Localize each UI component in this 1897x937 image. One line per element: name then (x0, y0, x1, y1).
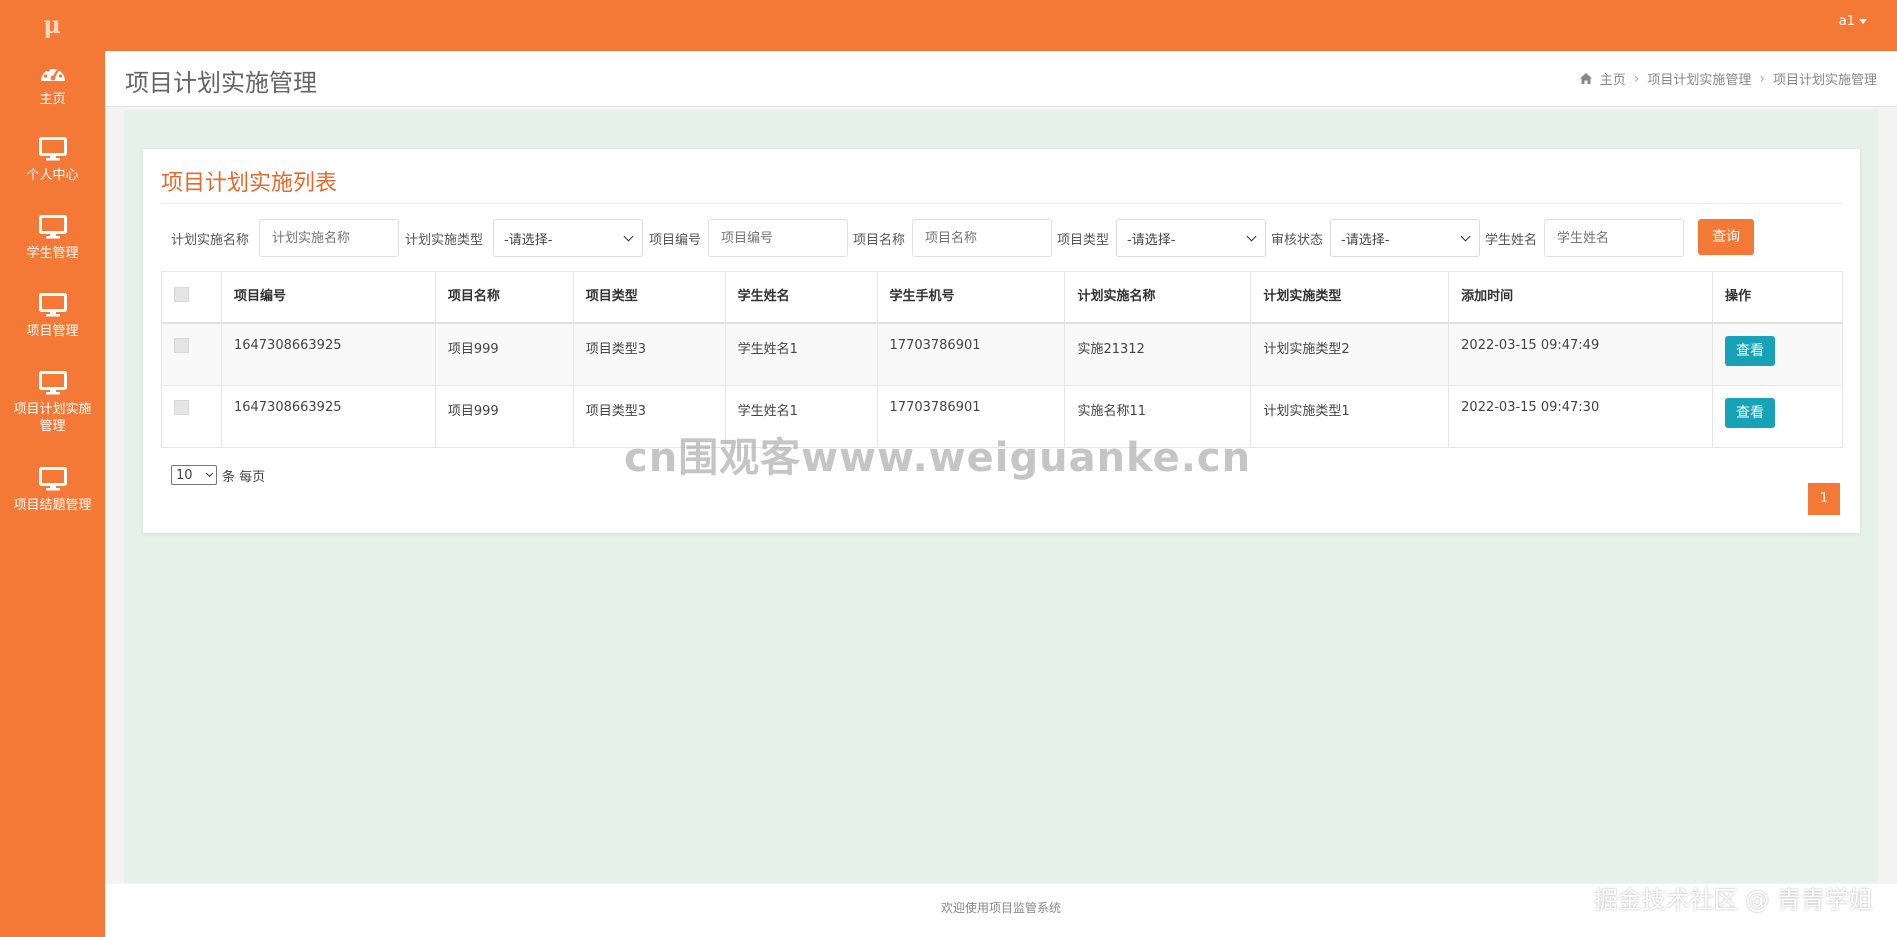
select-value: -请选择- (1341, 232, 1390, 248)
page-title: 项目计划实施管理 (125, 69, 317, 97)
project-type-label: 项目类型 (1057, 233, 1110, 248)
home-icon (1579, 73, 1592, 84)
column-header: 操作 (1711, 271, 1844, 324)
sidebar: 主页 个人中心 学生管理 项目管理 项目计划实施管理 项目结题管理 (0, 51, 105, 937)
cell-plan-type: 计划实施类型2 (1250, 322, 1450, 386)
audit-status-select[interactable]: -请选择- (1330, 219, 1480, 257)
card-title: 项目计划实施列表 (161, 171, 338, 196)
student-name-input[interactable] (1544, 219, 1684, 257)
column-header: 项目名称 (434, 271, 574, 324)
table-header-row: 项目编号 项目名称 项目类型 学生姓名 学生手机号 计划实施名称 计划实施类型 … (161, 271, 1844, 324)
breadcrumb: 主页 › 项目计划实施管理 › 项目计划实施管理 (1579, 69, 1877, 88)
cell-plan-name: 实施21312 (1064, 322, 1252, 386)
breadcrumb-current: 项目计划实施管理 (1772, 73, 1877, 88)
breadcrumb-item[interactable]: 项目计划实施管理 (1647, 69, 1751, 88)
column-header: 项目类型 (572, 271, 726, 324)
app-logo: μ (43, 10, 61, 39)
sidebar-item-label: 主页 (39, 92, 66, 107)
audit-status-label: 审核状态 (1271, 233, 1324, 248)
sidebar-item-label: 个人中心 (26, 168, 79, 183)
cell-phone: 17703786901 (876, 322, 1066, 386)
page-button-current[interactable]: 1 (1808, 483, 1840, 515)
page-size-control: 10 条 每页 (171, 465, 265, 485)
column-header: 计划实施类型 (1250, 271, 1450, 324)
monitor-icon (38, 293, 67, 317)
cell-project-name: 项目999 (434, 322, 574, 386)
chevron-down-icon (623, 231, 634, 241)
project-type-select[interactable]: -请选择- (1116, 219, 1266, 257)
sidebar-item-project-closure[interactable]: 项目结题管理 (0, 467, 105, 514)
monitor-icon (38, 371, 67, 395)
column-header: 添加时间 (1448, 271, 1713, 324)
select-value: -请选择- (504, 232, 553, 248)
chevron-down-icon (1246, 231, 1257, 241)
select-all-cell (161, 271, 222, 324)
plan-name-input[interactable] (259, 219, 399, 257)
top-bar: μ a1 (0, 0, 1897, 51)
student-name-label: 学生姓名 (1485, 233, 1538, 248)
chevron-down-icon (1460, 231, 1471, 241)
sidebar-item-students[interactable]: 学生管理 (0, 215, 105, 262)
per-page-label: 条 每页 (222, 469, 266, 485)
watermark-center: cn围观客www.weiguanke.cn (624, 435, 1252, 481)
table-row: 1647308663925 项目999 项目类型3 学生姓名1 17703786… (161, 322, 1844, 386)
monitor-icon (38, 467, 67, 491)
cell-added-time: 2022-03-15 09:47:49 (1448, 322, 1713, 386)
project-name-input[interactable] (912, 219, 1052, 257)
select-all-checkbox[interactable] (174, 287, 189, 302)
cell-project-name: 项目999 (434, 384, 574, 448)
row-checkbox[interactable] (174, 338, 189, 353)
breadcrumb-home[interactable]: 主页 (1600, 69, 1626, 88)
cell-project-no: 1647308663925 (220, 384, 436, 448)
user-name: a1 (1838, 14, 1855, 29)
row-select-cell (161, 322, 222, 386)
select-value: 10 (176, 467, 193, 483)
plan-table: 项目编号 项目名称 项目类型 学生姓名 学生手机号 计划实施名称 计划实施类型 … (161, 271, 1844, 448)
cell-actions: 查看 (1711, 384, 1844, 448)
search-button[interactable]: 查询 (1698, 219, 1754, 255)
dashboard-icon (40, 65, 65, 81)
monitor-icon (38, 137, 67, 161)
sidebar-item-home[interactable]: 主页 (0, 61, 105, 108)
column-header: 计划实施名称 (1064, 271, 1252, 324)
column-header: 学生手机号 (876, 271, 1066, 324)
sidebar-item-label: 项目管理 (26, 324, 79, 339)
row-select-cell (161, 384, 222, 448)
cell-project-type: 项目类型3 (572, 322, 726, 386)
chevron-down-icon (205, 469, 214, 478)
view-button[interactable]: 查看 (1724, 336, 1775, 366)
column-header: 项目编号 (220, 271, 436, 324)
chevron-right-icon: › (1633, 70, 1640, 87)
project-no-label: 项目编号 (649, 233, 702, 248)
caret-down-icon (1859, 19, 1867, 24)
monitor-icon (38, 215, 67, 239)
chevron-right-icon: › (1759, 70, 1765, 87)
plan-type-select[interactable]: -请选择- (493, 219, 643, 257)
cell-plan-type: 计划实施类型1 (1250, 384, 1450, 448)
sidebar-item-label: 项目结题管理 (13, 498, 92, 513)
user-menu[interactable]: a1 (1839, 14, 1867, 29)
cell-added-time: 2022-03-15 09:47:30 (1448, 384, 1713, 448)
row-checkbox[interactable] (174, 399, 189, 415)
project-name-label: 项目名称 (853, 233, 906, 248)
sidebar-item-profile[interactable]: 个人中心 (0, 137, 105, 184)
project-no-input[interactable] (708, 219, 848, 257)
plan-type-label: 计划实施类型 (405, 233, 484, 248)
divider (161, 203, 1842, 204)
plan-name-label: 计划实施名称 (171, 233, 250, 248)
content-area: 项目计划实施列表 计划实施名称 计划实施类型 -请选择- 项目编号 项目名称 项… (124, 110, 1878, 883)
column-header: 学生姓名 (724, 271, 878, 324)
page-size-select[interactable]: 10 (171, 465, 217, 485)
cell-student-name: 学生姓名1 (724, 322, 878, 386)
page-header: 项目计划实施管理 主页 › 项目计划实施管理 › 项目计划实施管理 (105, 51, 1897, 107)
sidebar-item-projects[interactable]: 项目管理 (0, 293, 105, 340)
cell-project-no: 1647308663925 (220, 322, 436, 386)
sidebar-item-label: 项目计划实施管理 (13, 402, 92, 434)
view-button[interactable]: 查看 (1724, 397, 1775, 428)
select-value: -请选择- (1127, 232, 1176, 248)
cell-actions: 查看 (1711, 322, 1844, 386)
sidebar-item-plan-implementation[interactable]: 项目计划实施管理 (0, 371, 105, 435)
watermark-corner: 掘金技术社区 @ 青青学姐 (1593, 886, 1873, 914)
sidebar-item-label: 学生管理 (26, 246, 79, 261)
